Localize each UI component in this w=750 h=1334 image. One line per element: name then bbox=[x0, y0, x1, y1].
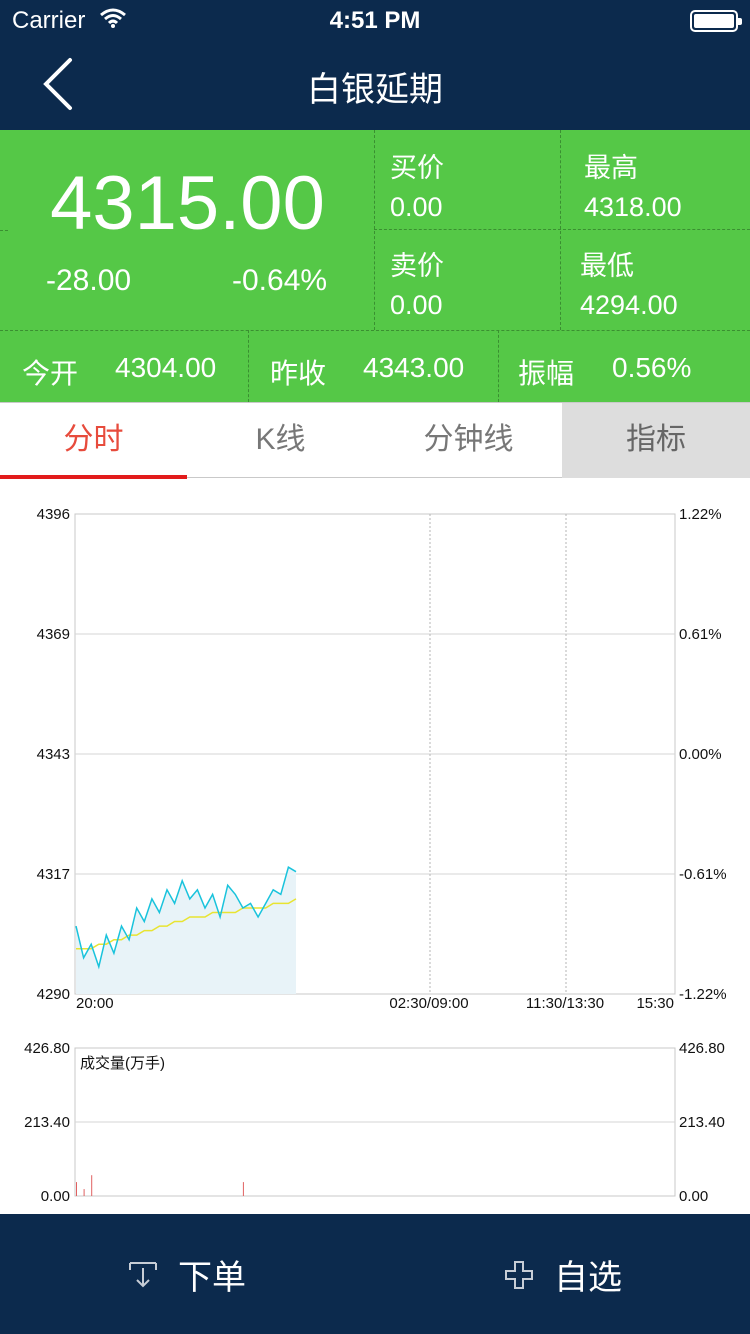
prev-close-label: 昨收 bbox=[270, 358, 327, 389]
amplitude-value: 0.56% bbox=[612, 352, 692, 383]
percent-tick-label: -0.61% bbox=[679, 866, 727, 883]
bottom-toolbar: 下单 自选 bbox=[0, 1214, 750, 1334]
status-bar: Carrier 4:51 PM bbox=[0, 0, 750, 40]
open-value: 4304.00 bbox=[115, 352, 217, 383]
tab-intraday[interactable]: 分时 bbox=[0, 403, 187, 479]
price-tick-label: 4343 bbox=[37, 746, 70, 763]
price-area-fill bbox=[76, 867, 296, 994]
volume-tick-label: 0.00 bbox=[679, 1188, 708, 1205]
divider bbox=[498, 330, 499, 402]
percent-tick-label: -1.22% bbox=[679, 986, 727, 1003]
high-label: 最高 bbox=[584, 153, 638, 183]
ask-label: 卖价 bbox=[390, 251, 444, 281]
price-tick-label: 4369 bbox=[37, 626, 70, 643]
percent-tick-label: 1.22% bbox=[679, 506, 722, 523]
volume-bar bbox=[83, 1189, 85, 1196]
prev-close-value: 4343.00 bbox=[363, 352, 465, 383]
navigation-bar: Carrier 4:51 PM 白银延期 bbox=[0, 0, 750, 130]
volume-tick-label: 426.80 bbox=[24, 1040, 70, 1057]
add-watchlist-button[interactable]: 自选 bbox=[554, 1250, 622, 1299]
volume-bar bbox=[242, 1182, 244, 1196]
divider bbox=[374, 229, 750, 230]
divider bbox=[374, 130, 375, 330]
time-tick-label: 15:30 bbox=[636, 995, 674, 1012]
price-tick-label: 4396 bbox=[37, 506, 70, 523]
intraday-chart-svg: 4396 1.22% 4369 0.61% 4343 0.00% 4317 -0.61% 429… bbox=[24, 506, 727, 1205]
place-order-button[interactable]: 下单 bbox=[178, 1250, 246, 1299]
volume-tick-label: 213.40 bbox=[24, 1114, 70, 1131]
price-change-percent: -0.64% bbox=[232, 264, 328, 297]
percent-tick-label: 0.00% bbox=[679, 746, 722, 763]
divider bbox=[0, 230, 8, 231]
tab-kline[interactable]: K线 bbox=[187, 403, 374, 478]
ask-value: 0.00 bbox=[390, 290, 443, 320]
time-tick-label: 11:30/13:30 bbox=[526, 995, 604, 1012]
bid-label: 买价 bbox=[390, 153, 444, 183]
volume-tick-label: 0.00 bbox=[41, 1188, 70, 1205]
volume-tick-label: 426.80 bbox=[679, 1040, 725, 1057]
divider bbox=[560, 130, 561, 330]
page-title: 白银延期 bbox=[307, 71, 443, 109]
price-change: -28.00 bbox=[46, 264, 132, 297]
price-tick-label: 4317 bbox=[37, 866, 70, 883]
high-value: 4318.00 bbox=[584, 192, 682, 222]
price-tick-label: 4290 bbox=[37, 986, 70, 1003]
volume-label: 成交量(万手) bbox=[80, 1054, 165, 1072]
divider bbox=[248, 330, 249, 402]
open-label: 今开 bbox=[22, 358, 79, 389]
add-watchlist-icon[interactable] bbox=[504, 1260, 534, 1290]
percent-tick-label: 0.61% bbox=[679, 626, 722, 643]
battery-icon bbox=[690, 10, 742, 32]
quote-summary-row: 今开 4304.00 昨收 4343.00 振幅 0.56% bbox=[0, 330, 750, 402]
low-value: 4294.00 bbox=[580, 290, 678, 320]
tab-indicators[interactable]: 指标 bbox=[562, 403, 750, 478]
tab-minute-line[interactable]: 分钟线 bbox=[375, 403, 562, 478]
intraday-chart: 4396 1.22% 4369 0.61% 4343 0.00% 4317 -0.61% 429… bbox=[0, 478, 750, 1214]
chart-tabs: 分时 K线 分钟线 指标 bbox=[0, 402, 750, 479]
time-tick-label: 20:00 bbox=[76, 995, 114, 1012]
bid-value: 0.00 bbox=[390, 192, 443, 222]
low-label: 最低 bbox=[580, 251, 634, 281]
volume-tick-label: 213.40 bbox=[679, 1114, 725, 1131]
time-tick-label: 02:30/09:00 bbox=[389, 995, 468, 1012]
place-order-icon[interactable] bbox=[128, 1260, 158, 1290]
last-price: 4315.00 bbox=[50, 161, 325, 246]
status-time: 4:51 PM bbox=[329, 7, 421, 34]
amplitude-label: 振幅 bbox=[518, 358, 575, 389]
quote-panel: 4315.00 -28.00 -0.64% 买价 0.00 最高 4318.00… bbox=[0, 130, 750, 402]
volume-bar bbox=[91, 1175, 93, 1196]
volume-bar bbox=[76, 1182, 77, 1196]
